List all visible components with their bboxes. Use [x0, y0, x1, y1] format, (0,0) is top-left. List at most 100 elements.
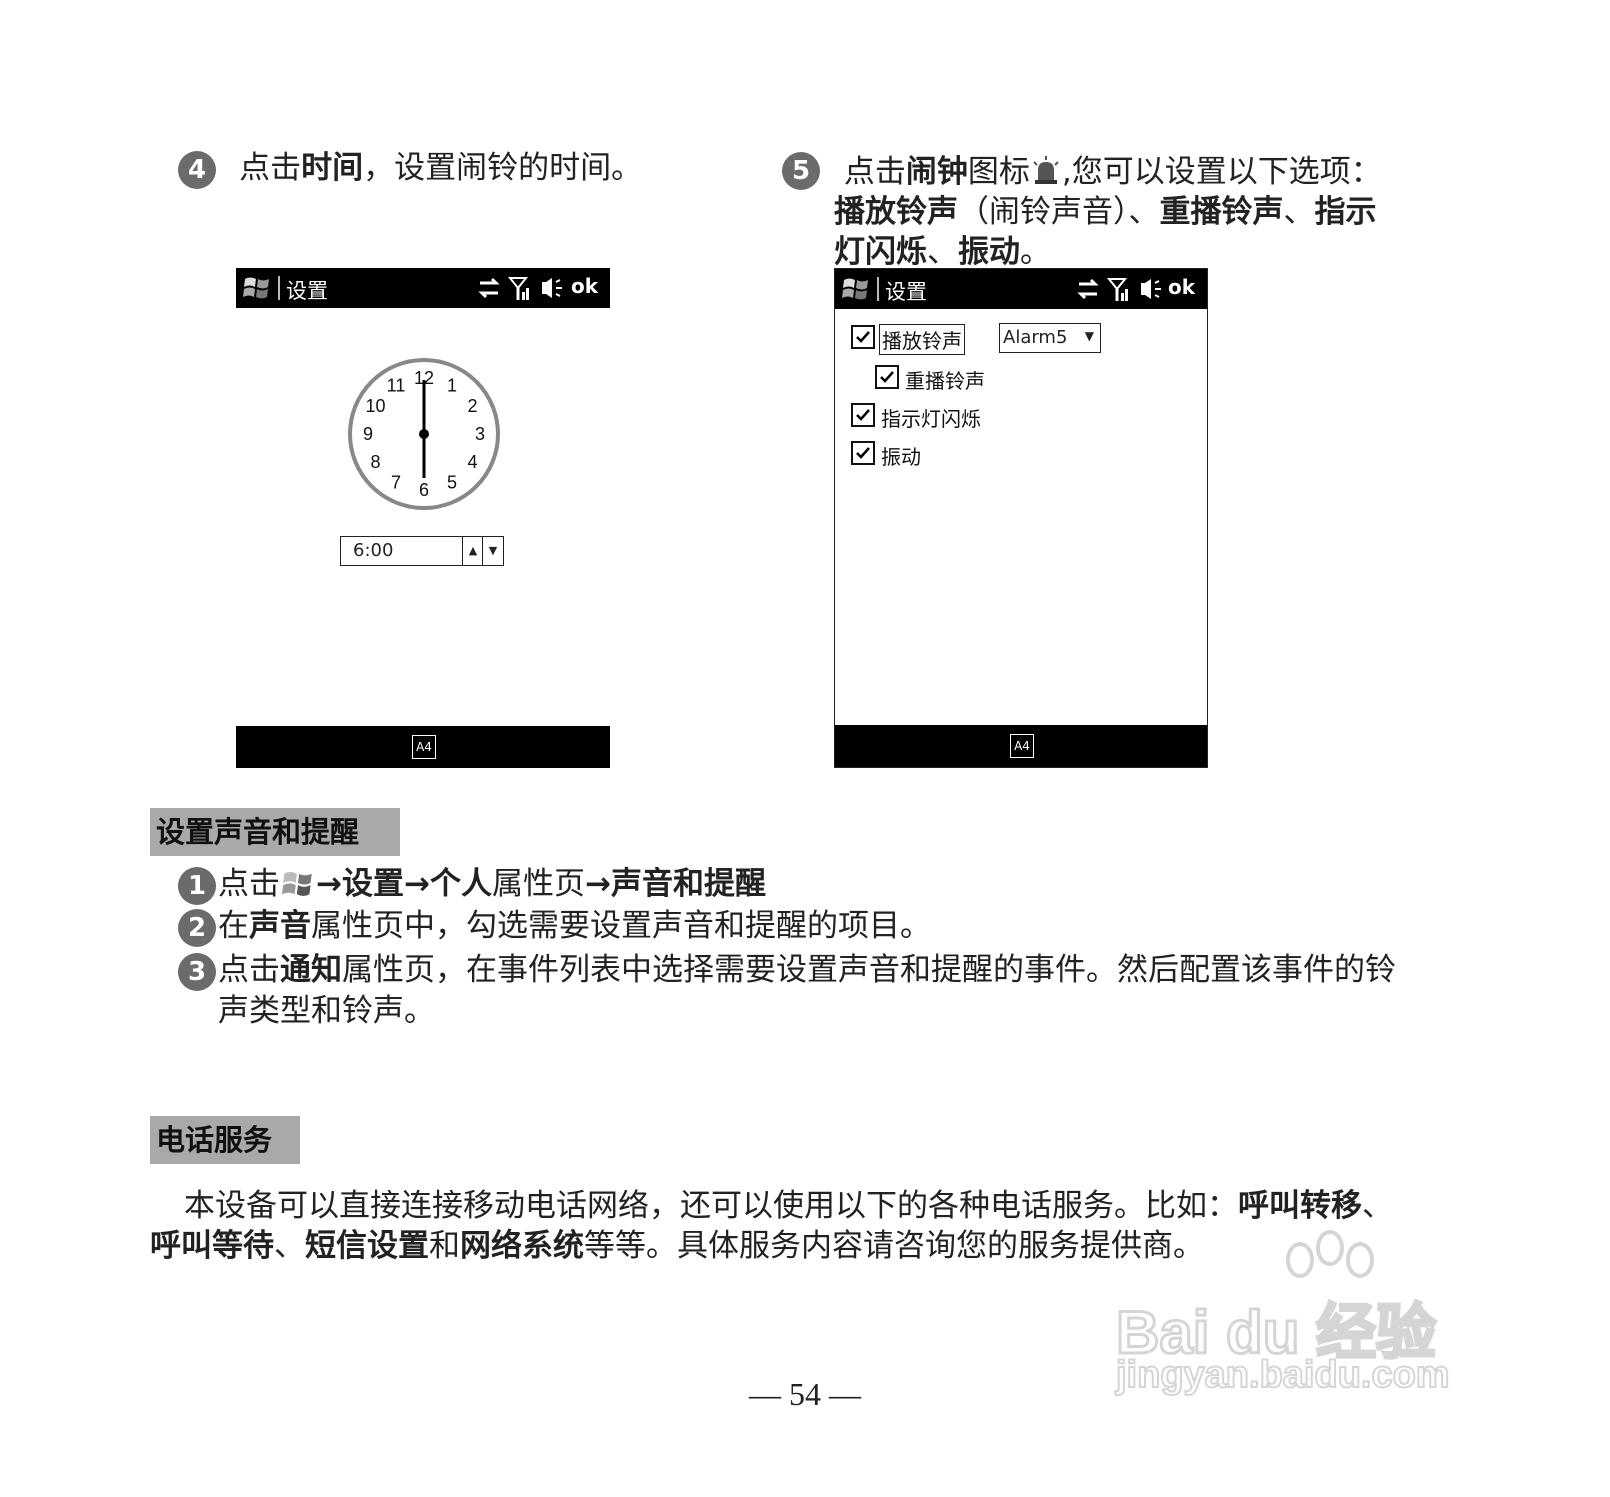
- play-ringtone-label[interactable]: 播放铃声: [879, 324, 965, 355]
- sound-step3-notify: 通知: [280, 952, 342, 988]
- step-number-badge: 2: [178, 909, 216, 947]
- title-bar: 设置 ok: [236, 268, 610, 308]
- clock-number: 4: [467, 452, 477, 472]
- windows-start-icon[interactable]: [841, 275, 871, 303]
- step5-opt-indicator-1: 指示: [1314, 194, 1377, 230]
- phone-p1: 本设备可以直接连接移动电话网络，还可以使用以下的各种电话服务。比如：: [184, 1188, 1238, 1224]
- bottom-bar: A4: [236, 726, 610, 768]
- step5-text-1: 点击: [843, 154, 906, 190]
- sound-step3-t1: 点击: [218, 952, 280, 988]
- title-bar: 设置 ok: [835, 269, 1207, 309]
- repeat-ringtone-label[interactable]: 重播铃声: [905, 365, 985, 394]
- sync-arrows-icon[interactable]: [476, 274, 502, 302]
- clock-number: 6: [419, 480, 429, 500]
- clock-number: 8: [370, 452, 380, 472]
- play-ringtone-checkbox[interactable]: [851, 325, 875, 349]
- clock-number: 9: [363, 424, 373, 444]
- clock-number: 11: [387, 376, 406, 396]
- sound-step1-personal: 个人: [429, 866, 492, 902]
- alarm-bell-icon: [1030, 156, 1062, 186]
- step4-instruction: 4 点击时间，设置闹铃的时间。: [178, 148, 738, 189]
- ringtone-dropdown[interactable]: Alarm5 ▼: [999, 323, 1101, 353]
- step4-text-time: 时间: [301, 150, 364, 186]
- clock-number: 5: [447, 473, 457, 493]
- clock-number: 10: [365, 396, 385, 416]
- speaker-icon[interactable]: [538, 274, 564, 302]
- section-heading-phone: 电话服务: [150, 1116, 300, 1164]
- clock-number: 1: [447, 376, 457, 396]
- sound-step3-t4: 声类型和铃声。: [218, 993, 435, 1029]
- call-waiting: 呼叫等待: [150, 1228, 274, 1264]
- repeat-ringtone-checkbox[interactable]: [875, 365, 899, 389]
- network-system: 网络系统: [460, 1228, 584, 1264]
- step5-opt-play: 播放铃声: [834, 194, 958, 230]
- sync-arrows-icon[interactable]: [1075, 275, 1101, 303]
- input-panel-icon[interactable]: A4: [412, 735, 436, 759]
- section-heading-sound: 设置声音和提醒: [150, 808, 400, 856]
- step5-text-6: 、: [927, 234, 958, 270]
- baidu-watermark: Bai du 经验 jingyan.baidu.com: [1110, 1230, 1490, 1400]
- arrow-1: →: [316, 866, 342, 902]
- title-separator: [278, 276, 280, 300]
- sound-step1-sounds: 声音和提醒: [610, 866, 766, 902]
- phone-s1: 、: [1362, 1188, 1393, 1224]
- step5-text-2: 图标: [967, 154, 1030, 190]
- windows-start-icon: [280, 868, 316, 900]
- time-value[interactable]: 6:00: [353, 540, 393, 561]
- step-number-badge: 5: [782, 152, 820, 190]
- sound-step1-tab: 属性页: [491, 866, 585, 902]
- indicator-light-checkbox[interactable]: [851, 403, 875, 427]
- sound-step3-t3: 属性页，在事件列表中选择需要设置声音和提醒的事件。然后配置该事件的铃: [342, 952, 1396, 988]
- screen-title: 设置: [885, 280, 927, 304]
- spinner-up-button[interactable]: ▲: [462, 537, 483, 565]
- spinner-down-button[interactable]: ▼: [482, 537, 503, 565]
- step5-opt-indicator-2: 灯闪烁: [834, 234, 927, 270]
- alarm-options-screen: 设置 ok 播放铃声 Alarm5 ▼ 重播铃声 指示灯闪烁 振动 A4: [834, 268, 1208, 768]
- analog-clock[interactable]: 12 1234567891011: [346, 356, 502, 512]
- ok-button[interactable]: ok: [1168, 275, 1195, 299]
- title-separator: [877, 277, 879, 301]
- signal-icon[interactable]: [506, 274, 532, 302]
- page-number: — 54 —: [749, 1376, 861, 1412]
- bottom-bar: A4: [835, 725, 1207, 767]
- step5-opt-vibrate: 振动: [958, 234, 1020, 270]
- clock-number: 2: [467, 396, 477, 416]
- speaker-icon[interactable]: [1137, 275, 1163, 303]
- step5-text-7: 。: [1020, 234, 1051, 270]
- arrow-2: →: [403, 866, 430, 902]
- sound-step-1: 1 点击 →设置→个人属性页→声音和提醒: [178, 864, 1418, 905]
- signal-icon[interactable]: [1105, 275, 1131, 303]
- sound-step2-t3: 属性页中，勾选需要设置声音和提醒的项目。: [311, 908, 931, 944]
- sound-step2-t1: 在: [218, 908, 249, 944]
- step5-text-4: （闹铃声音）、: [958, 194, 1160, 230]
- step5-opt-repeat: 重播铃声: [1159, 194, 1284, 230]
- sound-step2-sound: 声音: [249, 908, 311, 944]
- vibrate-checkbox[interactable]: [851, 441, 875, 465]
- phone-s2: 、: [274, 1228, 305, 1264]
- windows-start-icon[interactable]: [242, 274, 272, 302]
- step5-instruction: 5 点击闹钟图标 ,您可以设置以下选项： 播放铃声（闹铃声音）、重播铃声、指示 …: [782, 152, 1422, 272]
- clock-number: 3: [475, 424, 485, 444]
- step-number-badge: 1: [178, 867, 216, 905]
- ok-button[interactable]: ok: [571, 274, 598, 298]
- arrow-3: →: [584, 866, 611, 902]
- sound-step1-settings: 设置: [341, 866, 404, 902]
- sound-step-3: 3 点击通知属性页，在事件列表中选择需要设置声音和提醒的事件。然后配置该事件的铃 …: [178, 950, 1418, 1031]
- ringtone-value: Alarm5: [1003, 327, 1068, 348]
- vibrate-label[interactable]: 振动: [881, 441, 921, 470]
- sound-step-2: 2 在声音属性页中，勾选需要设置声音和提醒的项目。: [178, 906, 1418, 947]
- step-number-badge: 4: [178, 151, 216, 189]
- input-panel-icon[interactable]: A4: [1010, 734, 1034, 758]
- time-spinner[interactable]: 6:00 ▲ ▼: [340, 536, 504, 566]
- sound-step1-t1: 点击: [218, 866, 280, 902]
- phone-s3: 和: [429, 1228, 460, 1264]
- screen-title: 设置: [286, 279, 328, 303]
- indicator-light-label[interactable]: 指示灯闪烁: [881, 403, 981, 432]
- sms-settings: 短信设置: [305, 1228, 429, 1264]
- step5-text-3: ,您可以设置以下选项：: [1061, 154, 1382, 190]
- step4-text-2: ，设置闹铃的时间。: [363, 150, 643, 186]
- step5-text-5: 、: [1283, 194, 1315, 230]
- step5-text-alarm: 闹钟: [905, 154, 968, 190]
- step4-text-1: 点击: [239, 150, 302, 186]
- clock-settings-screen: 设置 ok 12 1 2 3 4 5 6 7 8 9 10 11 6:00 ▲ ▼ A4: [236, 268, 610, 768]
